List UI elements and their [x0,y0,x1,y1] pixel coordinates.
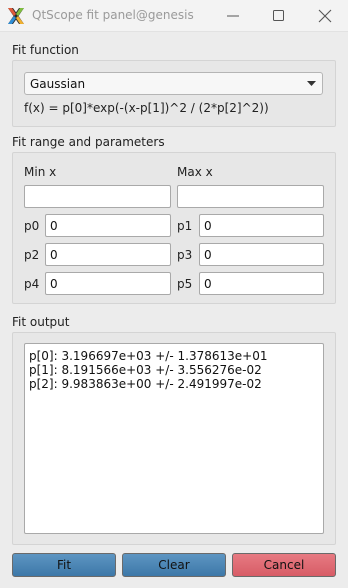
close-icon [318,9,332,23]
maximize-button[interactable] [256,0,302,32]
close-button[interactable] [302,0,348,32]
fit-output-group-title: Fit output [12,315,70,329]
x-logo-icon [8,8,24,24]
max-x-input[interactable] [177,185,324,208]
fit-button[interactable]: Fit [12,553,116,577]
fit-formula: f(x) = p[0]*exp(-(x-p[1])^2 / (2*p[2]^2)… [24,101,269,115]
max-x-label: Max x [177,165,213,179]
maximize-icon [273,10,284,21]
cancel-button[interactable]: Cancel [232,553,336,577]
p3-input[interactable] [199,243,324,266]
p2-label: p2 [24,248,40,262]
p0-label: p0 [24,219,40,233]
output-line: p[2]: 9.983863e+00 +/- 2.491997e-02 [29,377,262,391]
p4-label: p4 [24,277,40,291]
window-title: QtScope fit panel@genesis [32,8,194,22]
fit-range-group-title: Fit range and parameters [12,135,165,149]
title-bar: QtScope fit panel@genesis [0,0,348,32]
clear-button[interactable]: Clear [122,553,226,577]
p1-label: p1 [177,219,193,233]
fit-output-text[interactable]: p[0]: 3.196697e+03 +/- 1.378613e+01 p[1]… [24,343,324,534]
fit-function-group-title: Fit function [12,43,79,57]
min-x-label: Min x [24,165,57,179]
min-x-input[interactable] [24,185,171,208]
p5-label: p5 [177,277,193,291]
minimize-button[interactable] [210,0,256,32]
minimize-icon [227,15,239,17]
function-select-value: Gaussian [30,77,86,91]
p0-input[interactable] [45,214,171,237]
p2-input[interactable] [45,243,171,266]
p4-input[interactable] [45,272,171,295]
p5-input[interactable] [199,272,324,295]
p1-input[interactable] [199,214,324,237]
output-line: p[1]: 8.191566e+03 +/- 3.556276e-02 [29,363,262,377]
function-select[interactable]: Gaussian [24,72,323,95]
p3-label: p3 [177,248,193,262]
dropdown-arrow-icon [307,81,316,86]
output-line: p[0]: 3.196697e+03 +/- 1.378613e+01 [29,349,268,363]
